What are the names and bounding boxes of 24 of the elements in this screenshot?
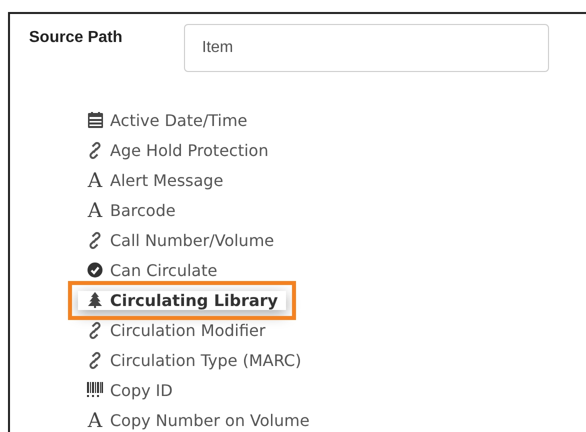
link-icon [87, 232, 103, 248]
field-item[interactable]: A Barcode [78, 200, 184, 220]
barcode-icon [87, 382, 103, 398]
field-item[interactable]: Active Date/Time [78, 110, 256, 130]
field-item[interactable]: A Alert Message [78, 170, 232, 190]
field-item[interactable]: Circulation Modifier [78, 320, 274, 340]
field-item[interactable]: Circulating Library [78, 290, 286, 310]
letter-a-icon: A [88, 410, 102, 430]
field-item[interactable]: Circulation Type (MARC) [78, 350, 310, 370]
field-label: Source Path [29, 28, 124, 47]
field-item[interactable]: Copy ID [78, 380, 181, 400]
link-icon [87, 352, 103, 368]
calendar-icon [88, 112, 102, 128]
link-icon [87, 322, 103, 338]
field-item[interactable]: Can Circulate [78, 260, 226, 280]
field-item[interactable]: Call Number/Volume [78, 230, 282, 250]
letter-a-icon: A [88, 200, 102, 220]
source-path-field[interactable]: Item [184, 24, 549, 72]
letter-a-icon: A [88, 170, 102, 190]
tree-icon [88, 292, 102, 308]
link-icon [87, 142, 103, 158]
field-item[interactable]: Age Hold Protection [78, 140, 276, 160]
field-item[interactable]: A Copy Number on Volume [78, 410, 318, 430]
check-circle-icon [87, 262, 103, 278]
